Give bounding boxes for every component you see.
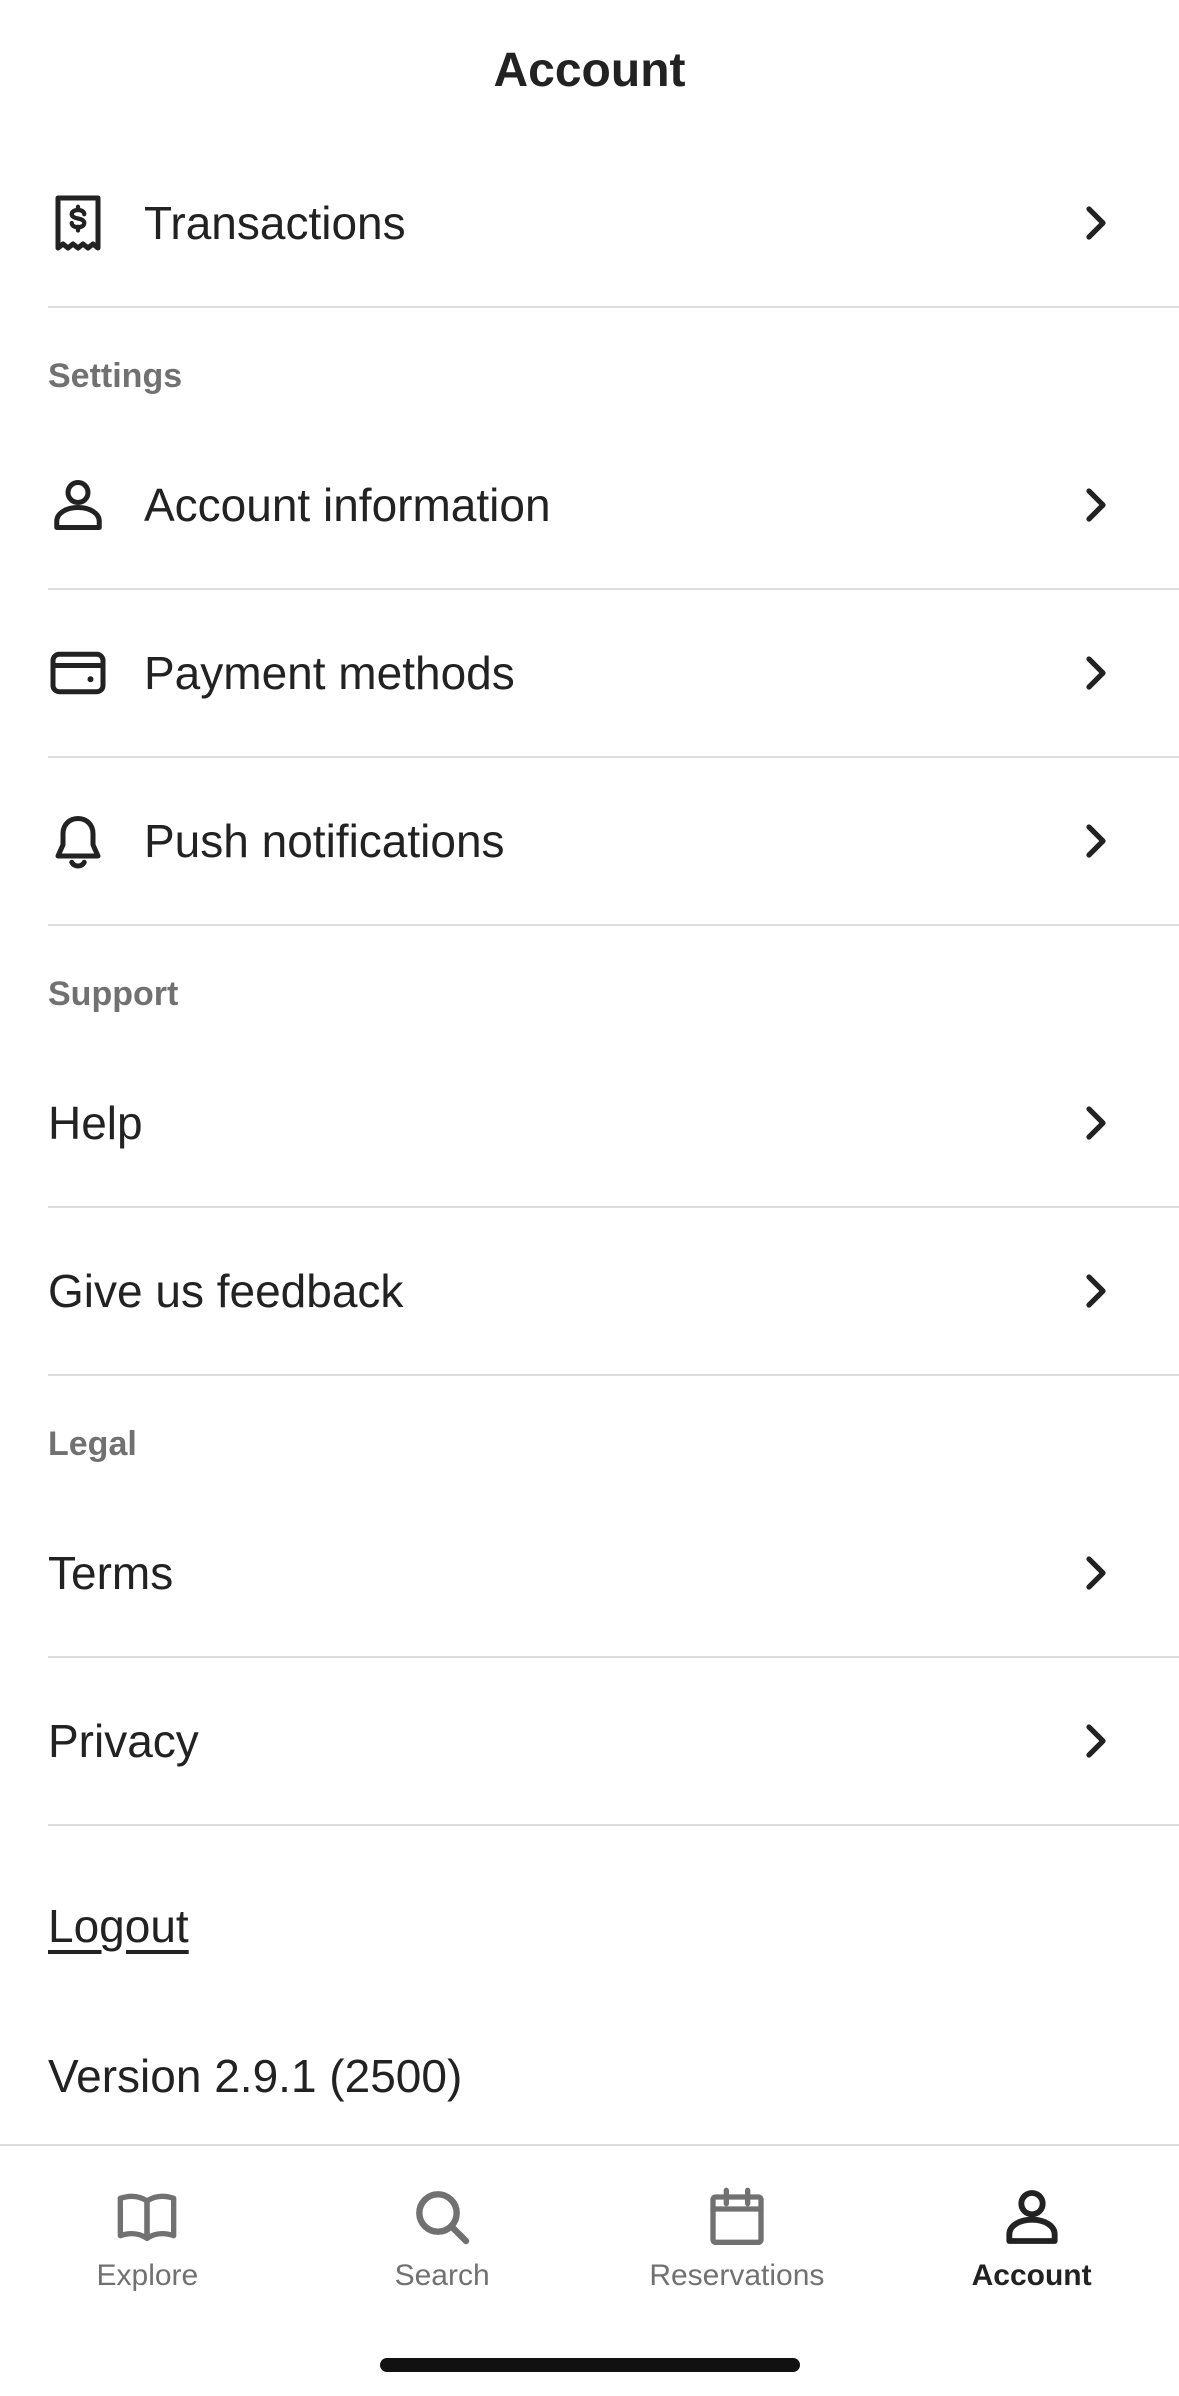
chevron-right-icon — [1071, 1099, 1119, 1147]
chevron-right-icon — [1071, 199, 1119, 247]
chevron-right-icon — [1071, 817, 1119, 865]
section-title-support: Support — [48, 975, 179, 1013]
tab-explore-label: Explore — [96, 2259, 199, 2292]
page-title: Account — [493, 43, 686, 97]
person-icon — [48, 475, 108, 535]
chevron-right-icon — [1071, 481, 1119, 529]
tab-search[interactable]: Search — [295, 2146, 590, 2316]
header: Account — [0, 0, 1179, 140]
tab-reservations-label: Reservations — [649, 2259, 825, 2292]
credit-card-icon — [48, 643, 108, 703]
payment-methods-row[interactable]: Payment methods — [48, 590, 1179, 758]
section-title-legal: Legal — [48, 1425, 137, 1463]
help-label: Help — [48, 1097, 143, 1149]
privacy-label: Privacy — [48, 1715, 199, 1767]
version-text: Version 2.9.1 (2500) — [48, 2050, 463, 2102]
tab-search-label: Search — [394, 2259, 490, 2292]
bell-icon — [48, 811, 108, 871]
account-screen: Account Transactions Settings Account in… — [0, 0, 1179, 2396]
tab-explore[interactable]: Explore — [0, 2146, 295, 2316]
chevron-right-icon — [1071, 649, 1119, 697]
account-information-label: Account information — [144, 479, 551, 531]
push-notifications-row[interactable]: Push notifications — [48, 758, 1179, 926]
tab-reservations[interactable]: Reservations — [590, 2146, 885, 2316]
transactions-row[interactable]: Transactions — [48, 140, 1179, 308]
logout-link[interactable]: Logout — [48, 1826, 1179, 2026]
payment-methods-label: Payment methods — [144, 647, 515, 699]
chevron-right-icon — [1071, 1267, 1119, 1315]
account-information-row[interactable]: Account information — [48, 422, 1179, 590]
terms-row[interactable]: Terms — [48, 1490, 1179, 1658]
home-indicator — [379, 2358, 800, 2372]
push-notifications-label: Push notifications — [144, 815, 505, 867]
help-row[interactable]: Help — [48, 1040, 1179, 1208]
book-open-icon — [118, 2193, 177, 2241]
person-icon — [1006, 2190, 1058, 2244]
bottom-tab-bar: Explore Search Reservations Account — [0, 2144, 1179, 2396]
chevron-right-icon — [1071, 1717, 1119, 1765]
chevron-right-icon — [1071, 1549, 1119, 1597]
receipt-dollar-icon — [48, 193, 108, 253]
account-menu: Transactions Settings Account informatio… — [48, 140, 1179, 2126]
tab-account[interactable]: Account — [884, 2146, 1179, 2316]
give-feedback-label: Give us feedback — [48, 1265, 404, 1317]
transactions-label: Transactions — [144, 197, 406, 249]
give-feedback-row[interactable]: Give us feedback — [48, 1208, 1179, 1376]
search-icon — [416, 2191, 470, 2245]
privacy-row[interactable]: Privacy — [48, 1658, 1179, 1826]
calendar-icon — [710, 2187, 764, 2245]
section-title-settings: Settings — [48, 357, 183, 395]
terms-label: Terms — [48, 1547, 174, 1599]
tab-account-label: Account — [971, 2259, 1092, 2292]
